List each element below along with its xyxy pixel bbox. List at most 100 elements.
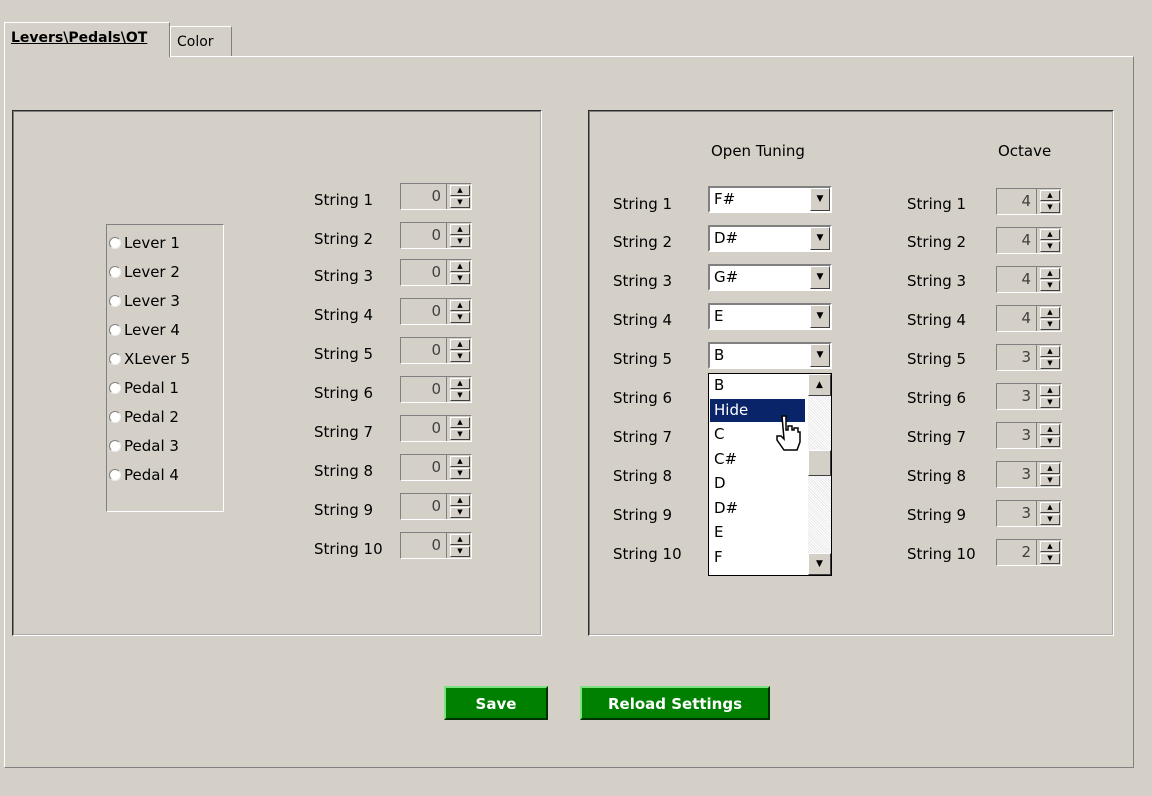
spinner-value[interactable]: 0: [401, 377, 447, 402]
chevron-down-icon[interactable]: ▼: [810, 188, 830, 211]
spinner-buttons[interactable]: ▲ ▼: [450, 224, 470, 247]
spin-down-icon[interactable]: ▼: [1040, 319, 1060, 330]
radio-circle-icon[interactable]: [109, 324, 121, 336]
combo-value[interactable]: G#: [714, 266, 738, 289]
spin-down-icon[interactable]: ▼: [450, 507, 470, 518]
octave-spinner-4[interactable]: 4 ▲ ▼: [996, 305, 1062, 332]
spinner-value[interactable]: 3: [997, 462, 1037, 487]
spin-down-icon[interactable]: ▼: [1040, 514, 1060, 525]
radio-circle-icon[interactable]: [109, 353, 121, 365]
left-string-spinner-2[interactable]: 0 ▲ ▼: [400, 222, 472, 249]
spinner-buttons[interactable]: ▲ ▼: [1040, 190, 1060, 213]
spinner-value[interactable]: 0: [401, 338, 447, 363]
chevron-down-icon[interactable]: ▼: [810, 305, 830, 328]
spinner-buttons[interactable]: ▲ ▼: [1040, 268, 1060, 291]
dropdown-item-6[interactable]: D#: [710, 497, 805, 520]
spinner-value[interactable]: 3: [997, 345, 1037, 370]
spin-down-icon[interactable]: ▼: [1040, 358, 1060, 369]
spin-up-icon[interactable]: ▲: [1040, 268, 1060, 279]
octave-spinner-2[interactable]: 4 ▲ ▼: [996, 227, 1062, 254]
spin-up-icon[interactable]: ▲: [450, 339, 470, 350]
lever-radio-2[interactable]: Lever 2: [109, 258, 180, 286]
spinner-value[interactable]: 0: [401, 416, 447, 441]
radio-circle-icon[interactable]: [109, 440, 121, 452]
spin-up-icon[interactable]: ▲: [450, 456, 470, 467]
spin-down-icon[interactable]: ▼: [1040, 397, 1060, 408]
lever-radio-7[interactable]: Pedal 2: [109, 403, 179, 431]
spin-up-icon[interactable]: ▲: [1040, 502, 1060, 513]
combo-value[interactable]: B: [714, 344, 724, 367]
scroll-thumb[interactable]: [808, 450, 831, 476]
radio-circle-icon[interactable]: [109, 469, 121, 481]
spinner-buttons[interactable]: ▲ ▼: [1040, 346, 1060, 369]
note-dropdown-list[interactable]: ▲ ▼ B Hide C C# D D# E F: [708, 373, 832, 576]
spin-up-icon[interactable]: ▲: [450, 378, 470, 389]
spinner-buttons[interactable]: ▲ ▼: [1040, 463, 1060, 486]
lever-radio-9[interactable]: Pedal 4: [109, 461, 179, 489]
lever-radio-5[interactable]: XLever 5: [109, 345, 190, 373]
spin-down-icon[interactable]: ▼: [450, 390, 470, 401]
spinner-buttons[interactable]: ▲ ▼: [450, 300, 470, 323]
spin-up-icon[interactable]: ▲: [1040, 346, 1060, 357]
lever-radio-1[interactable]: Lever 1: [109, 229, 180, 257]
spinner-value[interactable]: 0: [401, 494, 447, 519]
spinner-value[interactable]: 4: [997, 189, 1037, 214]
octave-spinner-3[interactable]: 4 ▲ ▼: [996, 266, 1062, 293]
spin-down-icon[interactable]: ▼: [450, 273, 470, 284]
dropdown-item-1[interactable]: B: [710, 374, 805, 397]
spin-up-icon[interactable]: ▲: [450, 261, 470, 272]
spin-down-icon[interactable]: ▼: [1040, 553, 1060, 564]
reload-settings-button[interactable]: Reload Settings: [580, 686, 770, 720]
spin-up-icon[interactable]: ▲: [1040, 463, 1060, 474]
spinner-value[interactable]: 4: [997, 306, 1037, 331]
spinner-value[interactable]: 0: [401, 260, 447, 285]
octave-spinner-9[interactable]: 3 ▲ ▼: [996, 500, 1062, 527]
spinner-buttons[interactable]: ▲ ▼: [1040, 424, 1060, 447]
spin-down-icon[interactable]: ▼: [1040, 475, 1060, 486]
spinner-buttons[interactable]: ▲ ▼: [450, 417, 470, 440]
spinner-value[interactable]: 0: [401, 223, 447, 248]
spinner-buttons[interactable]: ▲ ▼: [1040, 385, 1060, 408]
spin-up-icon[interactable]: ▲: [1040, 385, 1060, 396]
open-tuning-combo-5[interactable]: B ▼: [708, 342, 832, 369]
spin-up-icon[interactable]: ▲: [450, 300, 470, 311]
radio-circle-icon[interactable]: [109, 237, 121, 249]
spin-down-icon[interactable]: ▼: [1040, 436, 1060, 447]
left-string-spinner-7[interactable]: 0 ▲ ▼: [400, 415, 472, 442]
spinner-buttons[interactable]: ▲ ▼: [450, 378, 470, 401]
octave-spinner-7[interactable]: 3 ▲ ▼: [996, 422, 1062, 449]
open-tuning-combo-2[interactable]: D# ▼: [708, 225, 832, 252]
tab-levers-pedals-ot[interactable]: Levers\Pedals\OT: [4, 22, 170, 57]
left-string-spinner-10[interactable]: 0 ▲ ▼: [400, 532, 472, 559]
spinner-value[interactable]: 3: [997, 423, 1037, 448]
spin-down-icon[interactable]: ▼: [450, 468, 470, 479]
spin-up-icon[interactable]: ▲: [450, 417, 470, 428]
spinner-buttons[interactable]: ▲ ▼: [1040, 502, 1060, 525]
spin-down-icon[interactable]: ▼: [1040, 202, 1060, 213]
spin-up-icon[interactable]: ▲: [450, 495, 470, 506]
spinner-value[interactable]: 0: [401, 533, 447, 558]
spinner-buttons[interactable]: ▲ ▼: [450, 339, 470, 362]
scroll-up-icon[interactable]: ▲: [808, 374, 831, 396]
open-tuning-combo-3[interactable]: G# ▼: [708, 264, 832, 291]
lever-radio-3[interactable]: Lever 3: [109, 287, 180, 315]
spin-down-icon[interactable]: ▼: [450, 312, 470, 323]
open-tuning-combo-4[interactable]: E ▼: [708, 303, 832, 330]
spin-up-icon[interactable]: ▲: [450, 185, 470, 196]
spinner-value[interactable]: 3: [997, 384, 1037, 409]
spin-down-icon[interactable]: ▼: [450, 429, 470, 440]
spin-down-icon[interactable]: ▼: [1040, 241, 1060, 252]
left-string-spinner-4[interactable]: 0 ▲ ▼: [400, 298, 472, 325]
lever-radio-4[interactable]: Lever 4: [109, 316, 180, 344]
left-string-spinner-3[interactable]: 0 ▲ ▼: [400, 259, 472, 286]
spin-down-icon[interactable]: ▼: [1040, 280, 1060, 291]
spinner-buttons[interactable]: ▲ ▼: [450, 185, 470, 208]
octave-spinner-10[interactable]: 2 ▲ ▼: [996, 539, 1062, 566]
spin-up-icon[interactable]: ▲: [450, 534, 470, 545]
combo-value[interactable]: F#: [714, 188, 735, 211]
scroll-down-icon[interactable]: ▼: [808, 553, 831, 575]
spinner-value[interactable]: 0: [401, 299, 447, 324]
radio-circle-icon[interactable]: [109, 411, 121, 423]
spin-down-icon[interactable]: ▼: [450, 546, 470, 557]
lever-radio-6[interactable]: Pedal 1: [109, 374, 179, 402]
